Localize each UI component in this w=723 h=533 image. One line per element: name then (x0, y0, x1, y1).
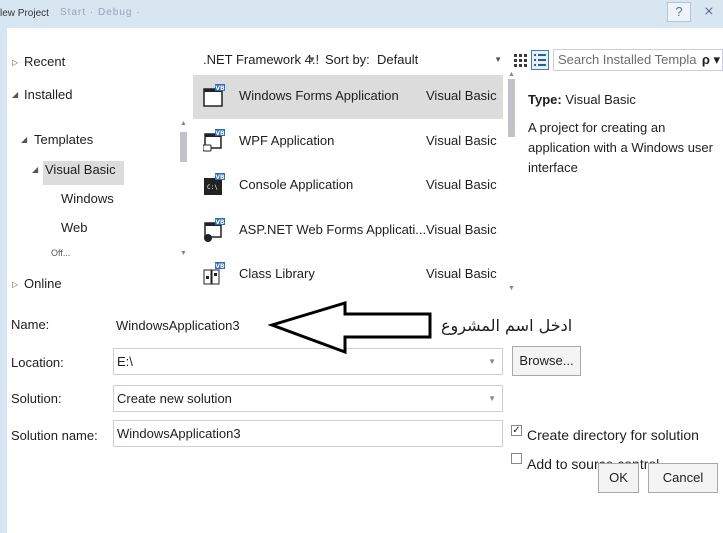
search-input[interactable]: Search Installed Templa ρ ▾ (553, 49, 723, 71)
expand-arrow-icon[interactable]: ▷ (12, 58, 18, 67)
template-row-aspnet[interactable]: VB ASP.NET Web Forms Applicati... Visual… (193, 209, 503, 253)
aspnet-icon: VB (204, 218, 225, 242)
nav-item-installed[interactable]: Installed (24, 87, 72, 102)
search-icon[interactable]: ρ ▾ (702, 50, 720, 70)
svg-text:VB: VB (215, 130, 225, 137)
nav-item-office[interactable]: Off... (51, 248, 70, 256)
location-label: Location: (11, 355, 64, 370)
small-icons-view-icon[interactable] (513, 53, 527, 67)
cancel-button[interactable]: Cancel (648, 463, 718, 493)
framework-combo[interactable]: .NET Framework 4.! ▼ (199, 50, 319, 72)
nav-item-templates[interactable]: Templates (34, 132, 93, 147)
svg-text:VB: VB (215, 174, 225, 181)
template-language: Visual Basic (426, 88, 497, 103)
class-library-icon: VB (203, 262, 225, 285)
sort-combo[interactable]: Default ▼ (373, 50, 505, 72)
template-row-class-library[interactable]: VB Class Library Visual Basic (193, 253, 503, 297)
type-value: Visual Basic (565, 92, 636, 107)
annotation-text: ادخل اسم المشروع (441, 316, 573, 335)
title-bar: lew Project Start · Debug · ? ⨯ (0, 0, 723, 28)
template-row-wpf[interactable]: VB WPF Application Visual Basic (193, 120, 503, 164)
template-language: Visual Basic (426, 133, 497, 148)
ok-button[interactable]: OK (598, 463, 639, 493)
annotation-arrow-icon (268, 300, 432, 355)
nav-scrollbar[interactable]: ▲ ▼ (180, 120, 188, 260)
background-toolbar-ghost: Start · Debug · (60, 7, 141, 18)
svg-text:VB: VB (215, 219, 225, 226)
search-placeholder: Search Installed Templa (558, 52, 697, 67)
create-directory-checkbox[interactable]: ✓ (511, 425, 522, 436)
template-name: Console Application (239, 177, 354, 192)
nav-scroll-thumb[interactable] (180, 132, 187, 162)
scroll-down-icon[interactable]: ▼ (508, 285, 515, 292)
chevron-down-icon: ▼ (308, 55, 316, 64)
solution-value: Create new solution (117, 391, 232, 406)
template-language: Visual Basic (426, 222, 497, 237)
expand-arrow-icon[interactable]: ▷ (12, 280, 18, 289)
close-icon: ⨯ (703, 3, 715, 18)
close-button[interactable]: ⨯ (697, 2, 721, 22)
template-toolbar: .NET Framework 4.! ▼ Sort by: Default ▼ … (193, 49, 723, 73)
list-view-icon[interactable] (531, 50, 549, 70)
name-label: Name: (11, 317, 50, 332)
template-name: WPF Application (239, 133, 335, 148)
template-language: Visual Basic (426, 266, 497, 281)
solution-combo[interactable]: Create new solution ▼ (113, 385, 503, 412)
console-icon: C:\ VB (204, 173, 225, 195)
solution-name-label: Solution name: (11, 428, 98, 443)
template-name: Class Library (239, 266, 315, 281)
scroll-up-icon[interactable]: ▲ (180, 120, 187, 127)
description-text: A project for creating an application wi… (528, 120, 713, 175)
svg-text:C:\: C:\ (207, 184, 218, 191)
add-source-control-checkbox[interactable] (511, 453, 522, 464)
template-list-scroll-thumb[interactable] (508, 79, 515, 137)
scroll-up-icon[interactable]: ▲ (508, 71, 515, 78)
scroll-down-icon[interactable]: ▼ (180, 250, 187, 257)
collapse-arrow-icon[interactable]: ◢ (21, 135, 27, 144)
solution-name-value: WindowsApplication3 (117, 426, 241, 441)
nav-item-recent[interactable]: Recent (24, 54, 65, 69)
sort-label: Sort by: (325, 52, 370, 67)
template-row-windows-forms[interactable]: VB Windows Forms Application Visual Basi… (193, 75, 503, 119)
nav-item-windows[interactable]: Windows (61, 191, 114, 206)
chevron-down-icon: ▼ (488, 394, 496, 403)
nav-item-web[interactable]: Web (61, 220, 88, 235)
nav-item-visual-basic[interactable]: Visual Basic (45, 162, 116, 177)
sort-value: Default (377, 52, 419, 67)
template-nav-tree: ▷ Recent ◢ Installed ◢ Templates ◢ Visua… (7, 28, 193, 299)
window-title: lew Project (0, 8, 49, 19)
project-name-value: WindowsApplication3 (116, 318, 240, 333)
solution-label: Solution: (11, 391, 62, 406)
solution-name-input[interactable]: WindowsApplication3 (113, 420, 503, 447)
svg-text:VB: VB (215, 263, 225, 270)
template-name: ASP.NET Web Forms Applicati... (239, 222, 427, 237)
template-description: Type: Visual Basic A project for creatin… (528, 90, 718, 178)
chevron-down-icon: ▼ (488, 357, 496, 366)
location-value: E:\ (117, 354, 133, 369)
help-icon: ? (675, 4, 683, 19)
nav-item-online[interactable]: Online (24, 276, 62, 291)
chevron-down-icon: ▼ (494, 55, 502, 64)
svg-text:VB: VB (215, 85, 225, 92)
project-name-input[interactable]: WindowsApplication3 (113, 313, 278, 340)
wpf-icon: VB (203, 129, 225, 152)
window-frame (0, 28, 7, 533)
help-button[interactable]: ? (667, 2, 691, 22)
template-language: Visual Basic (426, 177, 497, 192)
browse-button[interactable]: Browse... (512, 346, 581, 376)
collapse-arrow-icon[interactable]: ◢ (32, 165, 38, 174)
template-row-console[interactable]: C:\ VB Console Application Visual Basic (193, 164, 503, 208)
framework-value: .NET Framework 4.! (203, 52, 319, 67)
create-directory-label[interactable]: Create directory for solution (527, 427, 699, 443)
template-list-scrollbar[interactable]: ▲ ▼ (508, 71, 516, 297)
template-list: VB Windows Forms Application Visual Basi… (193, 75, 515, 300)
template-name: Windows Forms Application (239, 88, 399, 103)
add-source-control-label[interactable]: Add to source control (527, 456, 659, 472)
collapse-arrow-icon[interactable]: ◢ (12, 90, 18, 99)
type-label: Type: (528, 92, 562, 107)
windows-forms-icon: VB (203, 84, 225, 107)
